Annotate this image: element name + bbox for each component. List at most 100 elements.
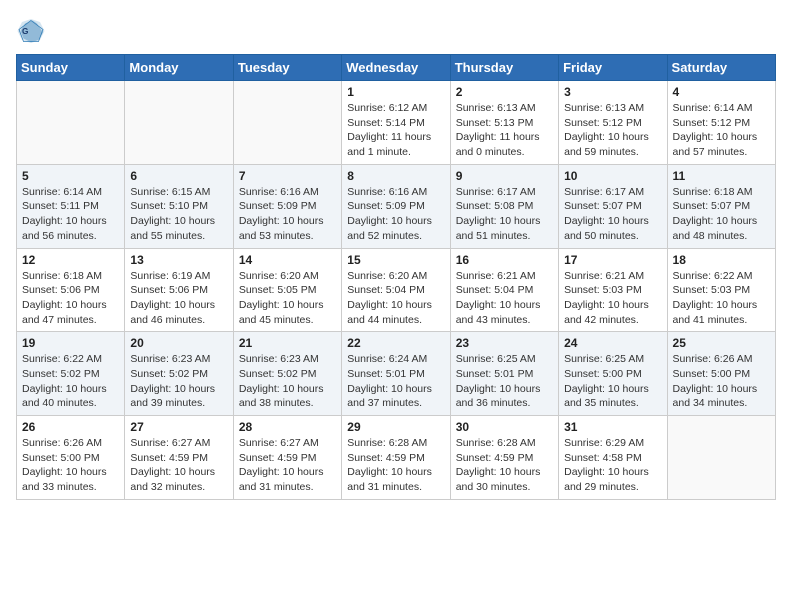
day-number: 26 (22, 420, 119, 434)
day-number: 11 (673, 169, 770, 183)
day-header-thursday: Thursday (450, 55, 558, 81)
day-number: 22 (347, 336, 444, 350)
day-info: Sunrise: 6:28 AMSunset: 4:59 PMDaylight:… (347, 436, 444, 495)
calendar-cell: 24 Sunrise: 6:25 AMSunset: 5:00 PMDayligh… (559, 332, 667, 416)
calendar-cell: 4Sunrise: 6:14 AMSunset: 5:12 PMDaylight… (667, 81, 775, 165)
day-info: Sunrise: 6:29 AMSunset: 4:58 PMDaylight:… (564, 436, 661, 495)
calendar-cell: 23 Sunrise: 6:25 AMSunset: 5:01 PMDayligh… (450, 332, 558, 416)
day-info: Sunrise: 6:17 AMSunset: 5:07 PMDaylight:… (564, 185, 661, 244)
day-info: Sunrise: 6:28 AMSunset: 4:59 PMDaylight:… (456, 436, 553, 495)
day-info: Sunrise: 6:18 AMSunset: 5:06 PMDaylight:… (22, 269, 119, 328)
day-info: Sunrise: 6:16 AMSunset: 5:09 PMDaylight:… (239, 185, 336, 244)
calendar-week-1: 1 Sunrise: 6:12 AMSunset: 5:14 PMDaylight… (17, 81, 776, 165)
calendar-cell: 28Sunrise: 6:27 AMSunset: 4:59 PMDayligh… (233, 416, 341, 500)
calendar-cell: 6 Sunrise: 6:15 AMSunset: 5:10 PMDaylight… (125, 164, 233, 248)
day-header-saturday: Saturday (667, 55, 775, 81)
calendar-cell: 30 Sunrise: 6:28 AMSunset: 4:59 PMDayligh… (450, 416, 558, 500)
day-number: 9 (456, 169, 553, 183)
day-header-sunday: Sunday (17, 55, 125, 81)
calendar-cell: 16 Sunrise: 6:21 AMSunset: 5:04 PMDayligh… (450, 248, 558, 332)
calendar-week-2: 5 Sunrise: 6:14 AMSunset: 5:11 PMDaylight… (17, 164, 776, 248)
calendar-cell: 31Sunrise: 6:29 AMSunset: 4:58 PMDayligh… (559, 416, 667, 500)
calendar-cell: 13Sunrise: 6:19 AMSunset: 5:06 PMDayligh… (125, 248, 233, 332)
day-number: 28 (239, 420, 336, 434)
calendar-cell: 9 Sunrise: 6:17 AMSunset: 5:08 PMDaylight… (450, 164, 558, 248)
day-info: Sunrise: 6:20 AMSunset: 5:05 PMDaylight:… (239, 269, 336, 328)
day-number: 3 (564, 85, 661, 99)
day-info: Sunrise: 6:26 AMSunset: 5:00 PMDaylight:… (22, 436, 119, 495)
day-number: 24 (564, 336, 661, 350)
day-header-tuesday: Tuesday (233, 55, 341, 81)
day-number: 18 (673, 253, 770, 267)
day-number: 29 (347, 420, 444, 434)
day-info: Sunrise: 6:23 AMSunset: 5:02 PMDaylight:… (239, 352, 336, 411)
calendar-table: SundayMondayTuesdayWednesdayThursdayFrid… (16, 54, 776, 500)
day-number: 20 (130, 336, 227, 350)
calendar-week-3: 12Sunrise: 6:18 AMSunset: 5:06 PMDayligh… (17, 248, 776, 332)
calendar-cell (233, 81, 341, 165)
calendar-week-4: 19 Sunrise: 6:22 AMSunset: 5:02 PMDayligh… (17, 332, 776, 416)
day-info: Sunrise: 6:14 AMSunset: 5:11 PMDaylight:… (22, 185, 119, 244)
day-info: Sunrise: 6:17 AMSunset: 5:08 PMDaylight:… (456, 185, 553, 244)
day-number: 21 (239, 336, 336, 350)
day-info: Sunrise: 6:20 AMSunset: 5:04 PMDaylight:… (347, 269, 444, 328)
day-number: 15 (347, 253, 444, 267)
day-info: Sunrise: 6:23 AMSunset: 5:02 PMDaylight:… (130, 352, 227, 411)
calendar-week-5: 26 Sunrise: 6:26 AMSunset: 5:00 PMDayligh… (17, 416, 776, 500)
day-info: Sunrise: 6:25 AMSunset: 5:01 PMDaylight:… (456, 352, 553, 411)
calendar-cell: 1 Sunrise: 6:12 AMSunset: 5:14 PMDaylight… (342, 81, 450, 165)
calendar-cell: 29 Sunrise: 6:28 AMSunset: 4:59 PMDayligh… (342, 416, 450, 500)
calendar-cell: 18 Sunrise: 6:22 AMSunset: 5:03 PMDayligh… (667, 248, 775, 332)
day-info: Sunrise: 6:12 AMSunset: 5:14 PMDaylight:… (347, 101, 444, 160)
day-number: 30 (456, 420, 553, 434)
day-number: 27 (130, 420, 227, 434)
day-info: Sunrise: 6:21 AMSunset: 5:04 PMDaylight:… (456, 269, 553, 328)
calendar-cell: 8 Sunrise: 6:16 AMSunset: 5:09 PMDaylight… (342, 164, 450, 248)
calendar-cell (125, 81, 233, 165)
day-number: 25 (673, 336, 770, 350)
day-info: Sunrise: 6:18 AMSunset: 5:07 PMDaylight:… (673, 185, 770, 244)
day-header-wednesday: Wednesday (342, 55, 450, 81)
day-header-friday: Friday (559, 55, 667, 81)
day-number: 10 (564, 169, 661, 183)
day-info: Sunrise: 6:21 AMSunset: 5:03 PMDaylight:… (564, 269, 661, 328)
day-info: Sunrise: 6:24 AMSunset: 5:01 PMDaylight:… (347, 352, 444, 411)
logo-icon: G (16, 16, 46, 46)
calendar-cell: 3 Sunrise: 6:13 AMSunset: 5:12 PMDaylight… (559, 81, 667, 165)
calendar-cell: 2Sunrise: 6:13 AMSunset: 5:13 PMDaylight… (450, 81, 558, 165)
day-info: Sunrise: 6:15 AMSunset: 5:10 PMDaylight:… (130, 185, 227, 244)
calendar-cell: 5 Sunrise: 6:14 AMSunset: 5:11 PMDaylight… (17, 164, 125, 248)
day-info: Sunrise: 6:22 AMSunset: 5:03 PMDaylight:… (673, 269, 770, 328)
day-info: Sunrise: 6:25 AMSunset: 5:00 PMDaylight:… (564, 352, 661, 411)
calendar-cell: 26 Sunrise: 6:26 AMSunset: 5:00 PMDayligh… (17, 416, 125, 500)
day-info: Sunrise: 6:27 AMSunset: 4:59 PMDaylight:… (130, 436, 227, 495)
calendar-cell: 20 Sunrise: 6:23 AMSunset: 5:02 PMDayligh… (125, 332, 233, 416)
day-number: 7 (239, 169, 336, 183)
day-number: 16 (456, 253, 553, 267)
day-number: 17 (564, 253, 661, 267)
day-number: 8 (347, 169, 444, 183)
day-number: 1 (347, 85, 444, 99)
day-number: 14 (239, 253, 336, 267)
page-header: G (16, 16, 776, 46)
calendar-cell: 19 Sunrise: 6:22 AMSunset: 5:02 PMDayligh… (17, 332, 125, 416)
day-number: 5 (22, 169, 119, 183)
calendar-cell: 10 Sunrise: 6:17 AMSunset: 5:07 PMDayligh… (559, 164, 667, 248)
day-number: 23 (456, 336, 553, 350)
logo: G (16, 16, 50, 46)
calendar-cell: 27 Sunrise: 6:27 AMSunset: 4:59 PMDayligh… (125, 416, 233, 500)
svg-text:G: G (22, 27, 28, 36)
calendar-cell: 11 Sunrise: 6:18 AMSunset: 5:07 PMDayligh… (667, 164, 775, 248)
calendar-cell (667, 416, 775, 500)
calendar-header-row: SundayMondayTuesdayWednesdayThursdayFrid… (17, 55, 776, 81)
day-number: 2 (456, 85, 553, 99)
day-info: Sunrise: 6:13 AMSunset: 5:12 PMDaylight:… (564, 101, 661, 160)
day-info: Sunrise: 6:22 AMSunset: 5:02 PMDaylight:… (22, 352, 119, 411)
day-number: 6 (130, 169, 227, 183)
calendar-cell: 25Sunrise: 6:26 AMSunset: 5:00 PMDayligh… (667, 332, 775, 416)
day-number: 19 (22, 336, 119, 350)
calendar-cell (17, 81, 125, 165)
day-info: Sunrise: 6:16 AMSunset: 5:09 PMDaylight:… (347, 185, 444, 244)
day-number: 4 (673, 85, 770, 99)
calendar-cell: 15 Sunrise: 6:20 AMSunset: 5:04 PMDayligh… (342, 248, 450, 332)
